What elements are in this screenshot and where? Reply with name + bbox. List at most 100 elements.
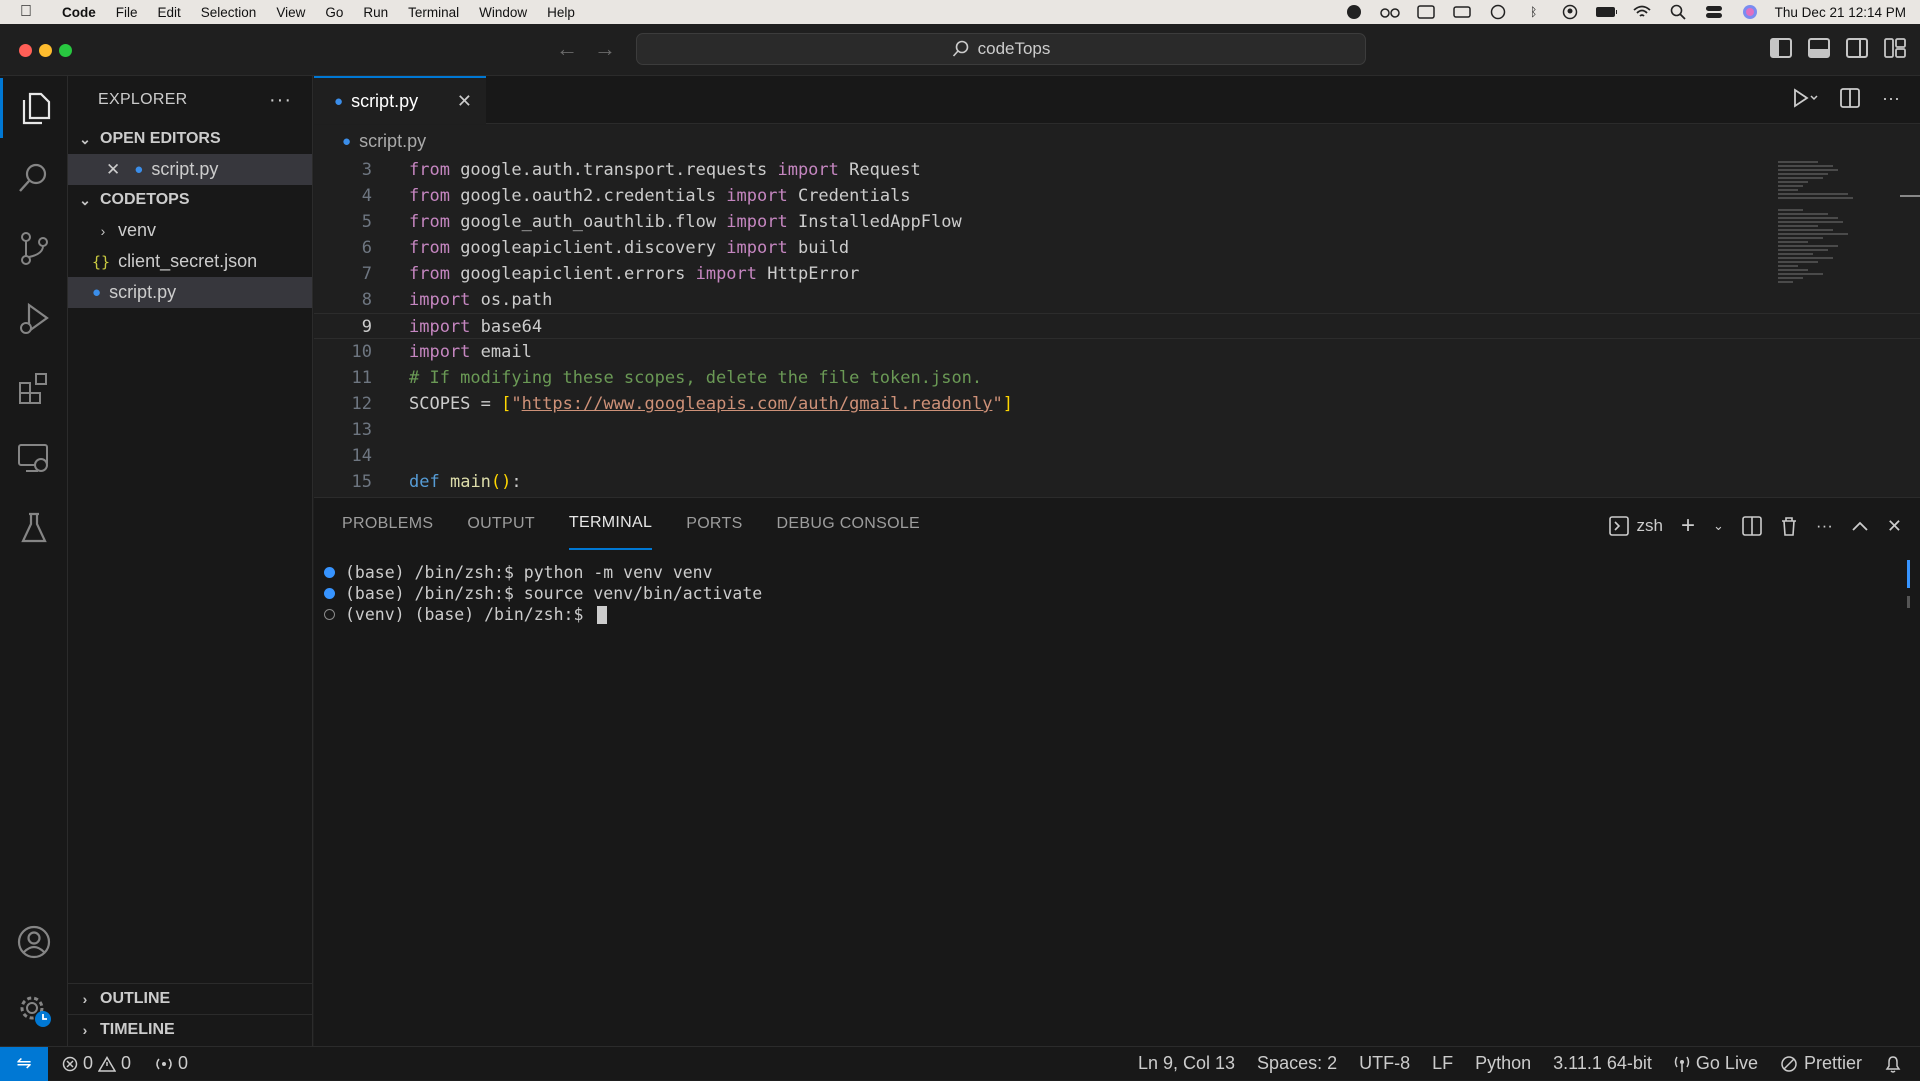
more-actions-icon[interactable]: ··· — [269, 89, 292, 112]
cursor-position[interactable]: Ln 9, Col 13 — [1138, 1053, 1235, 1074]
accounts-activity-icon[interactable] — [0, 912, 68, 972]
prettier-button[interactable]: Prettier — [1780, 1053, 1862, 1074]
code-line[interactable]: 6 from googleapiclient.discovery import b… — [314, 235, 1920, 261]
trash-icon[interactable] — [1780, 516, 1798, 536]
new-terminal-icon[interactable]: + — [1681, 512, 1695, 540]
testing-activity-icon[interactable] — [0, 498, 68, 558]
menu-go[interactable]: Go — [315, 5, 353, 20]
code-line[interactable]: 12 SCOPES = ["https://www.googleapis.com/… — [314, 391, 1920, 417]
menu-edit[interactable]: Edit — [148, 5, 191, 20]
screen-icon[interactable] — [1415, 5, 1437, 19]
clock-icon[interactable] — [1487, 4, 1509, 20]
menu-window[interactable]: Window — [469, 5, 537, 20]
code-line[interactable]: 11 # If modifying these scopes, delete th… — [314, 365, 1920, 391]
close-editor-icon[interactable]: ✕ — [106, 160, 120, 180]
code-line[interactable]: 3 from google.auth.transport.requests imp… — [314, 157, 1920, 183]
panel-tab-output[interactable]: OUTPUT — [467, 498, 535, 550]
panel-tab-debug-console[interactable]: DEBUG CONSOLE — [777, 498, 921, 550]
search-activity-icon[interactable] — [0, 148, 68, 208]
minimize-window-button[interactable] — [39, 44, 52, 57]
menu-selection[interactable]: Selection — [191, 5, 267, 20]
menu-app-name[interactable]: Code — [52, 5, 106, 20]
go-live-button[interactable]: Go Live — [1674, 1053, 1758, 1074]
code-line[interactable]: 15 def main(): — [314, 469, 1920, 495]
code-line[interactable]: 5 from google_auth_oauthlib.flow import I… — [314, 209, 1920, 235]
command-decoration-icon[interactable] — [324, 609, 335, 620]
glasses-icon[interactable] — [1379, 5, 1401, 19]
menu-view[interactable]: View — [266, 5, 315, 20]
split-terminal-icon[interactable] — [1742, 516, 1762, 536]
code-line[interactable]: 4 from google.oauth2.credentials import C… — [314, 183, 1920, 209]
code-line[interactable]: 13 — [314, 417, 1920, 443]
breadcrumb[interactable]: ● script.py — [314, 125, 1920, 157]
python-interpreter[interactable]: 3.11.1 64-bit — [1553, 1053, 1652, 1074]
maximize-panel-icon[interactable] — [1851, 520, 1869, 532]
timeline-section[interactable]: › TIMELINE — [68, 1014, 313, 1045]
panel-more-actions-icon[interactable]: ··· — [1816, 516, 1833, 536]
command-decoration-icon[interactable] — [324, 588, 335, 599]
open-editors-section[interactable]: ⌄ OPEN EDITORS — [68, 124, 312, 154]
user-circle-icon[interactable] — [1559, 4, 1581, 20]
menu-terminal[interactable]: Terminal — [398, 5, 469, 20]
menubar-clock[interactable]: Thu Dec 21 12:14 PM — [1775, 5, 1906, 20]
status-app-icon[interactable] — [1343, 5, 1365, 19]
menu-run[interactable]: Run — [353, 5, 398, 20]
toggle-panel-icon[interactable] — [1808, 38, 1830, 58]
control-center-icon[interactable] — [1703, 5, 1725, 19]
indentation[interactable]: Spaces: 2 — [1257, 1053, 1337, 1074]
open-editor-item[interactable]: ✕ ● script.py — [68, 154, 312, 185]
tab-script-py[interactable]: ● script.py ✕ — [314, 76, 486, 124]
editor-more-actions-icon[interactable]: ··· — [1882, 88, 1900, 109]
wifi-icon[interactable] — [1631, 5, 1653, 19]
toggle-secondary-sidebar-icon[interactable] — [1846, 38, 1868, 58]
close-window-button[interactable] — [19, 44, 32, 57]
terminal-shell-selector[interactable]: zsh — [1608, 516, 1663, 536]
end-of-line[interactable]: LF — [1432, 1053, 1453, 1074]
run-python-file-icon[interactable] — [1792, 88, 1818, 109]
panel-tab-problems[interactable]: PROBLEMS — [342, 498, 433, 550]
manage-gear-icon[interactable] — [0, 980, 68, 1040]
notifications-bell-icon[interactable] — [1884, 1054, 1902, 1074]
command-decoration-icon[interactable] — [324, 567, 335, 578]
forward-arrow-icon[interactable]: → — [594, 36, 616, 62]
code-line[interactable]: 9 import base64 — [314, 313, 1920, 339]
outline-section[interactable]: › OUTLINE — [68, 983, 313, 1014]
ports-indicator[interactable]: 0 — [155, 1053, 188, 1074]
terminal-output[interactable]: (base) /bin/zsh:$ python -m venv venv (ba… — [324, 562, 762, 625]
code-line[interactable]: 7 from googleapiclient.errors import Http… — [314, 261, 1920, 287]
run-debug-activity-icon[interactable] — [0, 288, 68, 348]
tree-item-venv[interactable]: › venv — [68, 215, 312, 246]
customize-layout-icon[interactable] — [1884, 38, 1906, 58]
close-tab-icon[interactable]: ✕ — [457, 91, 472, 112]
file-encoding[interactable]: UTF-8 — [1359, 1053, 1410, 1074]
menu-file[interactable]: File — [106, 5, 148, 20]
code-line[interactable]: 8 import os.path — [314, 287, 1920, 313]
toggle-primary-sidebar-icon[interactable] — [1770, 38, 1792, 58]
siri-icon[interactable] — [1739, 5, 1761, 19]
codetops-folder-section[interactable]: ⌄ CODETOPS — [68, 185, 312, 215]
source-control-activity-icon[interactable] — [0, 218, 68, 278]
back-arrow-icon[interactable]: ← — [556, 36, 578, 62]
bluetooth-icon[interactable]: ᛒ — [1523, 5, 1545, 19]
tree-item-script[interactable]: ● script.py — [68, 277, 312, 308]
close-panel-icon[interactable]: ✕ — [1887, 516, 1902, 537]
chevron-down-icon[interactable]: ⌄ — [1713, 518, 1724, 534]
apple-icon[interactable]:  — [0, 3, 52, 21]
panel-tab-terminal[interactable]: TERMINAL — [568, 498, 653, 550]
remote-indicator-icon[interactable]: ⇋ — [0, 1046, 48, 1081]
battery-icon[interactable] — [1595, 5, 1617, 19]
panel-tab-ports[interactable]: PORTS — [686, 498, 742, 550]
code-line[interactable]: 14 — [314, 443, 1920, 469]
spotlight-search-icon[interactable] — [1667, 4, 1689, 20]
explorer-activity-icon[interactable] — [0, 78, 68, 138]
split-editor-icon[interactable] — [1840, 88, 1860, 109]
keyboard-icon[interactable] — [1451, 5, 1473, 19]
code-line[interactable]: 10 import email — [314, 339, 1920, 365]
extensions-activity-icon[interactable] — [0, 358, 68, 418]
problems-indicator[interactable]: 0 0 — [62, 1053, 131, 1074]
language-mode[interactable]: Python — [1475, 1053, 1531, 1074]
menu-help[interactable]: Help — [537, 5, 585, 20]
code-editor[interactable]: 3 from google.auth.transport.requests imp… — [314, 157, 1920, 497]
minimap[interactable] — [1770, 157, 1880, 497]
tree-item-client-secret[interactable]: {} client_secret.json — [68, 246, 312, 277]
